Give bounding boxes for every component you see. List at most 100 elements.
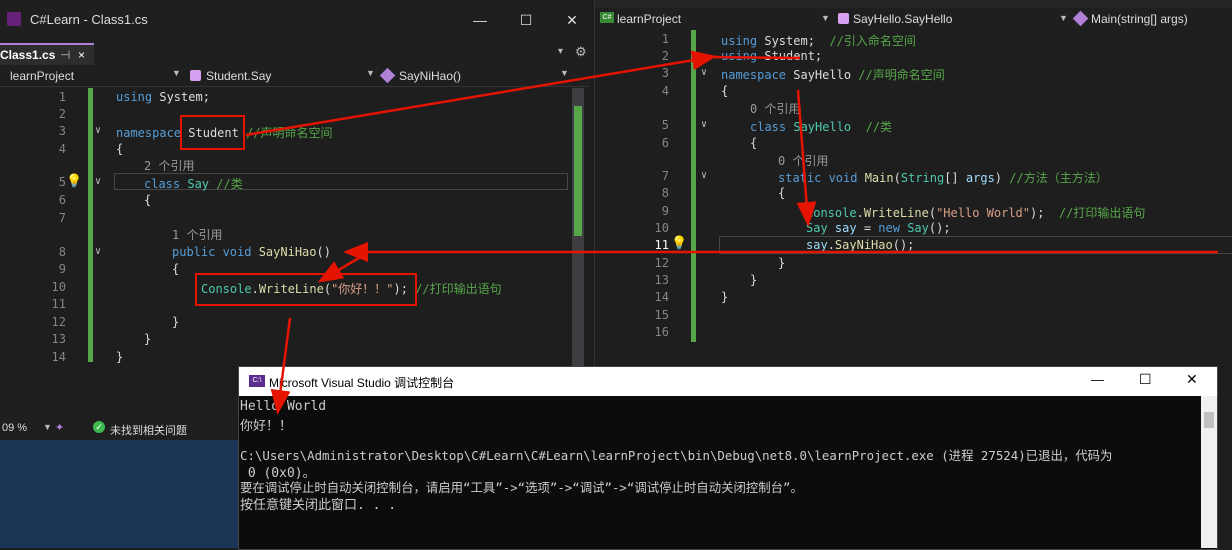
- code-line-12: }: [172, 315, 180, 329]
- code-line-4: {: [116, 142, 124, 156]
- close-button[interactable]: ✕: [558, 8, 586, 32]
- left-title-bar: C#Learn - Class1.cs — ☐ ✕: [0, 0, 590, 40]
- line-number: 6: [661, 136, 669, 150]
- chevron-down-icon: ▼: [1059, 13, 1068, 23]
- highlight-box-console-writeline: [195, 273, 417, 306]
- right-navigation-bar: C# learnProject ▼ SayHello.SayHello ▼ Ma…: [595, 8, 1232, 30]
- code-line-8: {: [778, 186, 786, 200]
- console-close-button[interactable]: ✕: [1186, 371, 1198, 388]
- left-navigation-bar: learnProject ▼ Student.Say ▼ SayNiHao() …: [0, 66, 590, 87]
- left-window-title: C#Learn - Class1.cs: [30, 12, 148, 27]
- chevron-down-icon: ▼: [821, 13, 830, 23]
- console-title-bar: C:\ Microsoft Visual Studio 调试控制台 — ☐ ✕: [239, 367, 1217, 396]
- method-dropdown[interactable]: Main(string[] args): [1091, 11, 1231, 27]
- change-indicator: [691, 30, 696, 342]
- code-line-7: static void Main(String[] args) //方法（主方法…: [778, 171, 1108, 185]
- zoom-level[interactable]: 09 %: [2, 422, 27, 434]
- minimize-button[interactable]: —: [466, 8, 494, 32]
- line-number: 11: [51, 297, 66, 311]
- console-title: Microsoft Visual Studio 调试控制台: [269, 376, 455, 390]
- class-icon: [838, 13, 849, 24]
- highlight-box-namespace: [180, 115, 245, 150]
- console-line: 按任意键关闭此窗口. . .: [240, 498, 397, 513]
- tab-close-icon[interactable]: ×: [78, 48, 85, 62]
- line-number: 1: [58, 90, 66, 104]
- tab-class1[interactable]: Class1.cs ⊣ ×: [0, 43, 94, 65]
- collapse-icon[interactable]: ∨: [95, 125, 101, 136]
- reference-count[interactable]: 0 个引用: [778, 152, 828, 169]
- scrollbar-thumb[interactable]: [574, 106, 582, 236]
- issues-status[interactable]: 未找到相关问题: [110, 422, 187, 438]
- right-code-editor[interactable]: 1 2 3 4 5 6 7 8 9 10 11 12 13 14 15 16 💡…: [595, 30, 1232, 350]
- current-line-highlight: [719, 236, 1232, 254]
- collapse-icon[interactable]: ∨: [95, 176, 101, 187]
- code-line-11: say.SayNiHao();: [806, 238, 915, 252]
- code-line-10: Say say = new Say();: [806, 221, 951, 235]
- collapse-icon[interactable]: ∨: [701, 119, 707, 130]
- method-icon: [1072, 10, 1089, 27]
- line-number: 4: [661, 84, 669, 98]
- console-minimize-button[interactable]: —: [1091, 372, 1104, 387]
- reference-count[interactable]: 1 个引用: [172, 226, 222, 243]
- code-line-12: }: [778, 256, 786, 270]
- csharp-project-icon: C#: [600, 12, 614, 23]
- gear-icon[interactable]: ⚙: [575, 44, 587, 60]
- line-number: 13: [654, 273, 669, 287]
- class-dropdown[interactable]: SayHello.SayHello: [853, 11, 1063, 27]
- tab-label: Class1.cs: [0, 48, 56, 62]
- code-line-5: class Say //类: [144, 177, 243, 191]
- code-line-6: {: [144, 193, 152, 207]
- project-dropdown[interactable]: learnProject: [10, 68, 180, 84]
- desktop-background: [0, 440, 238, 548]
- right-top-edge: [595, 0, 1232, 8]
- code-line-6: {: [750, 136, 758, 150]
- line-number: 4: [58, 142, 66, 156]
- line-number: 5: [661, 118, 669, 132]
- lightbulb-icon[interactable]: 💡: [66, 174, 82, 189]
- code-line-1: using System; //引入命名空间: [721, 34, 916, 48]
- lightbulb-icon[interactable]: 💡: [671, 236, 687, 251]
- change-indicator: [88, 88, 93, 362]
- code-line-9: Console.WriteLine("Hello World"); //打印输出…: [806, 206, 1146, 220]
- method-dropdown[interactable]: SayNiHao(): [399, 68, 549, 84]
- collapse-icon[interactable]: ∨: [701, 67, 707, 78]
- line-number: 5: [58, 175, 66, 189]
- project-dropdown[interactable]: learnProject: [617, 11, 817, 27]
- collapse-icon[interactable]: ∨: [95, 246, 101, 257]
- code-line-14: }: [116, 350, 124, 364]
- code-line-13: }: [750, 273, 758, 287]
- chevron-down-icon: ▼: [366, 68, 375, 78]
- tab-dropdown-icon[interactable]: ▾: [558, 46, 563, 57]
- line-number: 7: [58, 211, 66, 225]
- maximize-button[interactable]: ☐: [512, 8, 540, 32]
- line-number: 8: [661, 186, 669, 200]
- console-scrollbar[interactable]: [1201, 396, 1217, 548]
- console-output[interactable]: Hello World 你好！！ C:\Users\Administrator\…: [240, 398, 1200, 548]
- line-number: 13: [51, 332, 66, 346]
- line-number: 9: [661, 204, 669, 218]
- line-number: 3: [58, 124, 66, 138]
- console-line: Hello World: [240, 399, 327, 414]
- code-line-5: class SayHello //类: [750, 120, 893, 134]
- debug-console-window: C:\ Microsoft Visual Studio 调试控制台 — ☐ ✕ …: [238, 366, 1218, 550]
- check-icon: ✓: [93, 421, 105, 433]
- collapse-icon[interactable]: ∨: [701, 170, 707, 181]
- pin-icon[interactable]: ⊣: [60, 48, 70, 62]
- line-number: 2: [661, 49, 669, 63]
- reference-count[interactable]: 0 个引用: [750, 100, 800, 117]
- copilot-icon[interactable]: ✦: [55, 421, 64, 434]
- console-maximize-button[interactable]: ☐: [1139, 371, 1152, 388]
- reference-count[interactable]: 2 个引用: [144, 157, 194, 174]
- class-icon: [190, 70, 201, 81]
- chevron-down-icon: ▼: [43, 422, 52, 432]
- left-code-editor[interactable]: 1 2 3 4 5 6 7 8 9 10 11 12 13 14 💡 ∨ ∨ ∨…: [0, 88, 588, 410]
- line-number: 1: [661, 32, 669, 46]
- class-dropdown[interactable]: Student.Say: [206, 68, 366, 84]
- code-line-4: {: [721, 84, 729, 98]
- line-number: 2: [58, 107, 66, 121]
- code-line-2: using Student;: [721, 49, 823, 63]
- scrollbar-thumb[interactable]: [1204, 412, 1214, 428]
- line-number: 11: [654, 238, 669, 252]
- chevron-down-icon: ▼: [560, 68, 569, 78]
- line-number: 15: [654, 308, 669, 322]
